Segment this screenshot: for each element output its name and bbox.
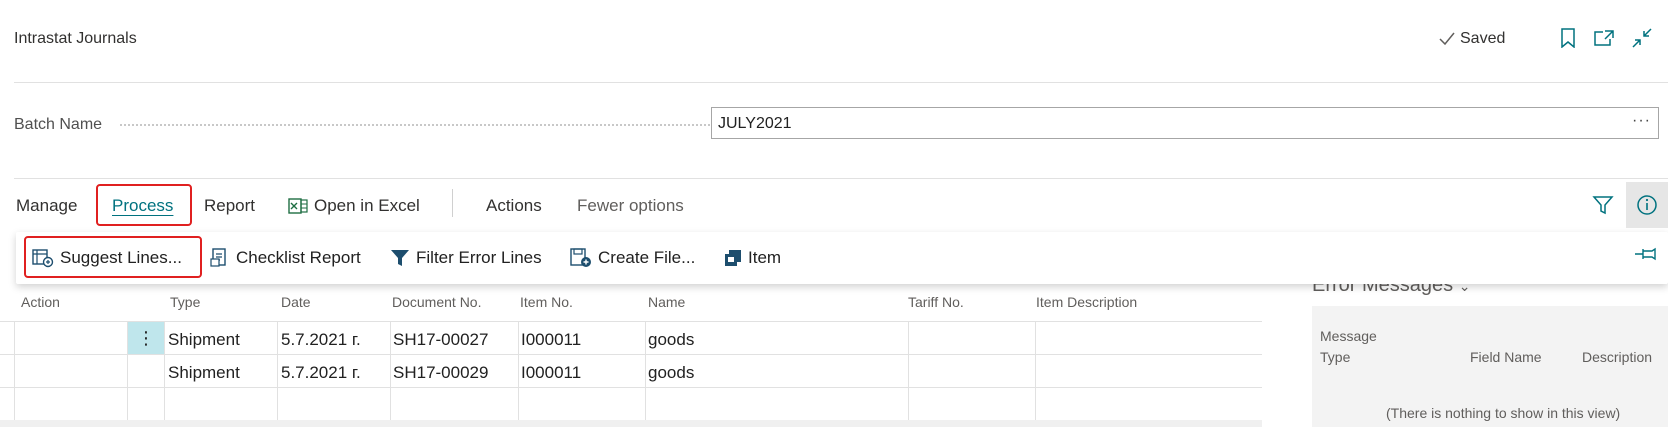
bookmark-icon[interactable] [1556,26,1580,50]
filter-icon[interactable] [1590,192,1616,218]
report-tab[interactable]: Report [204,196,255,216]
filter-error-lines-button[interactable]: Filter Error Lines [390,248,542,268]
checklist-report-icon [210,248,226,267]
field-leader-dots [120,124,710,126]
col-header-name[interactable]: Name [648,294,685,310]
collapse-icon[interactable] [1630,26,1654,50]
checklist-report-label: Checklist Report [236,248,361,267]
create-file-button[interactable]: Create File... [570,248,695,268]
actions-tab[interactable]: Actions [486,196,542,216]
col-header-message[interactable]: Message [1320,328,1377,344]
process-highlight-box [96,184,192,226]
grid-line [0,354,1262,355]
open-in-excel-button[interactable]: Open in Excel [288,196,420,216]
checkmark-icon [1439,32,1455,46]
manage-tab[interactable]: Manage [16,196,77,216]
cell-name[interactable]: goods [648,363,694,383]
open-in-excel-label: Open in Excel [314,196,420,215]
col-header-document-no[interactable]: Document No. [392,294,481,310]
grid-line [518,322,519,420]
batch-name-field[interactable]: JULY2021 [711,107,1659,139]
cell-document-no[interactable]: SH17-00027 [393,330,488,350]
grid-line [277,322,278,420]
create-file-label: Create File... [598,248,696,267]
batch-name-label: Batch Name [14,116,103,133]
info-icon[interactable] [1626,182,1668,228]
page-title: Intrastat Journals [14,30,137,47]
item-icon [725,250,741,266]
grid-line [14,322,15,420]
cell-name[interactable]: goods [648,330,694,350]
funnel-icon [391,250,409,266]
row-actions-menu[interactable]: ⋮ [128,322,164,354]
item-label: Item [748,248,782,267]
batch-lookup-button[interactable]: ··· [1632,112,1651,130]
actionbar-separator [452,189,453,217]
cell-document-no[interactable]: SH17-00029 [393,363,488,383]
section-divider [14,178,1668,179]
grid-line [164,322,165,420]
grid-line [0,387,1262,388]
col-header-item-no[interactable]: Item No. [520,294,573,310]
more-vertical-icon: ⋮ [137,327,155,348]
cell-date[interactable]: 5.7.2021 г. [281,330,361,350]
grid-line [0,321,1262,322]
col-header-item-description[interactable]: Item Description [1036,294,1137,310]
col-header-action[interactable]: Action [21,294,60,310]
excel-icon [288,198,308,214]
filter-error-lines-label: Filter Error Lines [416,248,542,267]
col-header-date[interactable]: Date [281,294,311,310]
grid-line [645,322,646,420]
header-divider [14,82,1668,83]
grid-line [390,322,391,420]
saved-status: Saved [1438,30,1505,48]
empty-state-message: (There is nothing to show in this view) [1386,405,1621,421]
open-new-window-icon[interactable] [1592,26,1616,50]
suggest-lines-highlight-box [24,236,202,278]
col-header-description[interactable]: Description [1582,349,1652,365]
grid-line [908,322,909,420]
horizontal-scrollbar[interactable] [0,420,1262,427]
col-header-message-type[interactable]: Type [1320,349,1350,365]
cell-type[interactable]: Shipment [168,363,240,383]
grid-line [1035,322,1036,420]
pin-icon[interactable] [1634,246,1658,267]
saved-label: Saved [1460,30,1506,47]
cell-date[interactable]: 5.7.2021 г. [281,363,361,383]
fewer-options-button[interactable]: Fewer options [577,196,684,216]
col-header-type[interactable]: Type [170,294,200,310]
cell-item-no[interactable]: I000011 [521,330,581,350]
checklist-report-button[interactable]: Checklist Report [210,248,361,268]
col-header-tariff-no[interactable]: Tariff No. [908,294,964,310]
cell-type[interactable]: Shipment [168,330,240,350]
item-button[interactable]: Item [724,248,781,268]
col-header-field-name[interactable]: Field Name [1470,349,1542,365]
cell-item-no[interactable]: I000011 [521,363,581,383]
create-file-icon [570,248,591,267]
